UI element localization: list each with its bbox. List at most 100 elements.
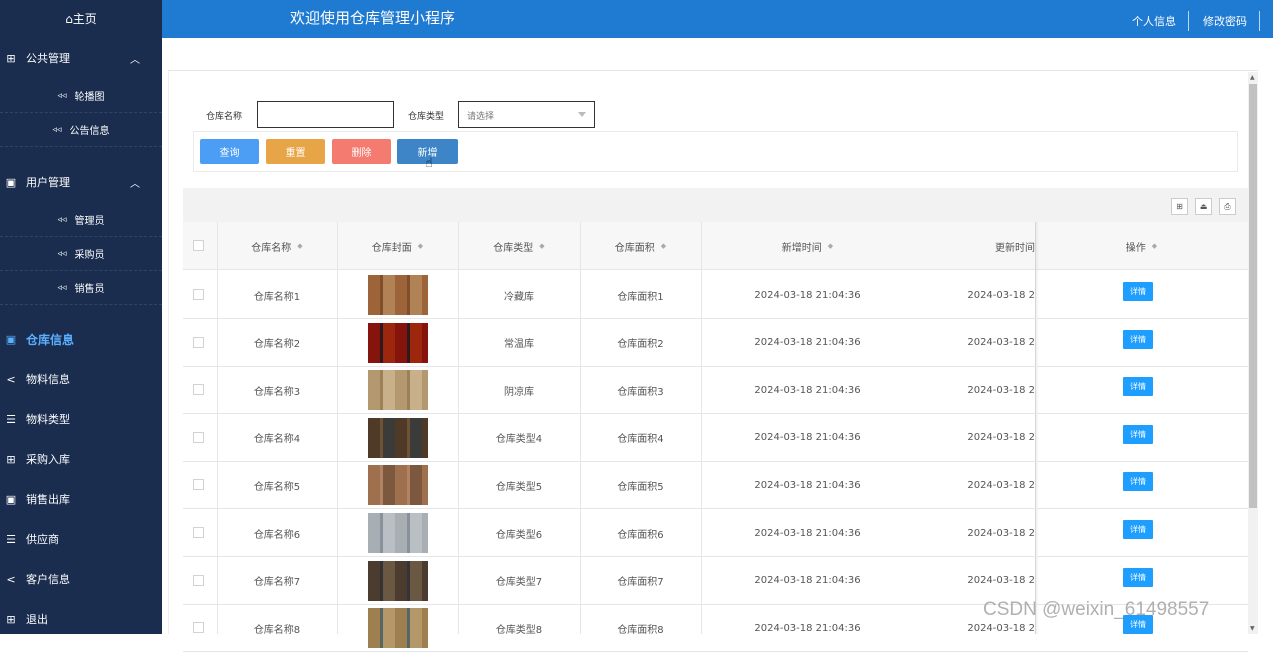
warehouse-name-input[interactable] (257, 101, 394, 128)
select-all-checkbox[interactable] (193, 240, 204, 251)
detail-button[interactable]: 详情 (1123, 615, 1153, 635)
vertical-scrollbar[interactable]: ▲ ▼ (1248, 72, 1258, 634)
scroll-up-icon[interactable]: ▲ (1250, 74, 1255, 81)
sidebar-item-logout[interactable]: ⊞ 退出 (0, 599, 162, 639)
column-header-updated[interactable]: 更新时间 (914, 222, 1035, 270)
sidebar-item-seller[interactable]: ◃◃ 销售员 (0, 271, 162, 305)
warehouse-name-label: 仓库名称 (206, 112, 243, 122)
sidebar-item-warehouse[interactable]: ▣ 仓库信息 (0, 319, 162, 359)
row-checkbox[interactable] (193, 384, 204, 396)
cell-type: 常温库 (504, 339, 534, 351)
cell-updated: 2024-03-18 2 (967, 479, 1035, 491)
sort-icon[interactable]: ◆ (1152, 242, 1157, 250)
scrollbar-thumb[interactable] (1249, 84, 1257, 508)
cell-created: 2024-03-18 21:04:36 (754, 337, 861, 349)
cell-type: 仓库类型4 (495, 434, 543, 446)
delete-button[interactable]: 删除 (332, 139, 391, 164)
cell-type: 仓库类型7 (495, 577, 543, 589)
cell-area: 仓库面积1 (617, 291, 664, 303)
columns-filter-icon[interactable]: ⊞ (1171, 198, 1188, 215)
clipboard-icon: ▣ (5, 332, 17, 346)
print-icon[interactable]: ⎙ (1219, 198, 1236, 215)
column-header-type[interactable]: 仓库类型 ◆ (458, 222, 580, 270)
sidebar-item-label: 采购入库 (26, 453, 70, 466)
sort-icon[interactable]: ◆ (661, 242, 666, 250)
detail-button[interactable]: 详情 (1123, 329, 1153, 349)
cell-type: 仓库类型5 (495, 481, 543, 493)
sidebar-item-sales-out[interactable]: ▣ 销售出库 (0, 479, 162, 519)
sort-icon[interactable]: ◆ (539, 242, 544, 250)
sort-icon[interactable]: ◆ (828, 242, 833, 250)
cell-area: 仓库面积6 (617, 529, 664, 541)
cell-updated: 2024-03-18 2 (967, 337, 1035, 349)
column-label: 更新时间 (995, 242, 1035, 254)
sidebar-group-label: 公共管理 (26, 52, 70, 65)
table-toolbar (183, 188, 1248, 222)
query-button[interactable]: 查询 (200, 139, 259, 164)
sidebar-group-users[interactable]: ▣ 用户管理 ︿ (0, 161, 162, 203)
cell-updated: 2024-03-18 2 (967, 575, 1035, 587)
sidebar-item-label: 客户信息 (26, 573, 70, 586)
sidebar-item-label: 物料信息 (26, 373, 70, 386)
cell-created: 2024-03-18 21:04:36 (754, 289, 861, 301)
double-left-arrow-icon: ◃◃ (57, 248, 67, 259)
sidebar-item-label: 供应商 (26, 533, 59, 546)
sidebar-item-material[interactable]: < 物料信息 (0, 359, 162, 399)
warehouse-type-select[interactable]: 请选择 (458, 101, 595, 128)
sidebar-group-public[interactable]: ⊞ 公共管理 ︿ (0, 37, 162, 79)
clipboard-icon: ▣ (5, 492, 17, 506)
detail-button[interactable]: 详情 (1123, 520, 1153, 539)
sidebar-item-purchaser[interactable]: ◃◃ 采购员 (0, 237, 162, 271)
sidebar-item-label: 采购员 (74, 250, 105, 261)
detail-button[interactable]: 详情 (1123, 567, 1153, 587)
row-checkbox[interactable] (193, 622, 204, 634)
sidebar-home[interactable]: ⌂主页 (0, 0, 162, 37)
sort-icon[interactable]: ◆ (297, 242, 302, 250)
clipboard-icon: ▣ (5, 175, 17, 189)
sidebar-item-label: 公告信息 (69, 126, 110, 137)
row-checkbox[interactable] (193, 574, 204, 586)
cell-area: 仓库面积8 (617, 624, 664, 636)
detail-button[interactable]: 详情 (1123, 282, 1153, 301)
column-header-area[interactable]: 仓库面积 ◆ (580, 222, 701, 270)
row-checkbox[interactable] (193, 289, 204, 300)
cell-type: 仓库类型8 (495, 624, 543, 636)
column-header-cover[interactable]: 仓库封面 ◆ (337, 222, 458, 270)
sidebar-item-material-type[interactable]: ☰ 物料类型 (0, 399, 162, 439)
cell-type: 仓库类型6 (495, 529, 543, 541)
export-icon[interactable]: ⏏ (1195, 198, 1212, 215)
detail-button[interactable]: 详情 (1123, 424, 1153, 444)
detail-button[interactable]: 详情 (1123, 377, 1153, 397)
column-header-actions[interactable]: 操作 ◆ (1035, 222, 1248, 270)
cell-name: 仓库名称7 (253, 577, 301, 589)
profile-link[interactable]: 个人信息 (1132, 13, 1176, 29)
warehouse-cover-image (368, 322, 428, 363)
detail-button[interactable]: 详情 (1123, 472, 1153, 492)
row-checkbox[interactable] (193, 527, 204, 538)
cell-area: 仓库面积5 (617, 481, 664, 493)
sidebar-item-notice[interactable]: ◃◃ 公告信息 (0, 113, 162, 147)
cell-updated: 2024-03-18 2 (967, 289, 1035, 301)
sidebar-item-purchase-in[interactable]: ⊞ 采购入库 (0, 439, 162, 479)
sidebar-item-carousel[interactable]: ◃◃ 轮播图 (0, 79, 162, 113)
change-password-link[interactable]: 修改密码 (1203, 13, 1247, 29)
sidebar-item-admin[interactable]: ◃◃ 管理员 (0, 203, 162, 237)
cell-created: 2024-03-18 21:04:36 (754, 384, 861, 396)
scroll-down-icon[interactable]: ▼ (1250, 625, 1255, 632)
warehouse-cover-image (368, 275, 428, 315)
top-header: 欢迎使用仓库管理小程序 个人信息 修改密码 (162, 0, 1273, 38)
reset-button[interactable]: 重置 (266, 139, 325, 164)
row-checkbox[interactable] (193, 479, 204, 491)
select-placeholder: 请选择 (467, 112, 495, 122)
row-checkbox[interactable] (193, 336, 204, 348)
grid-icon: ⊞ (6, 612, 16, 626)
warehouse-cover-image (368, 417, 428, 458)
cell-name: 仓库名称2 (253, 339, 301, 351)
cell-type: 冷藏库 (504, 291, 534, 303)
column-header-created[interactable]: 新增时间 ◆ (701, 222, 914, 270)
sidebar-item-customer[interactable]: < 客户信息 (0, 559, 162, 599)
column-header-name[interactable]: 仓库名称 ◆ (217, 222, 337, 270)
row-checkbox[interactable] (193, 431, 204, 443)
sidebar-item-supplier[interactable]: ☰ 供应商 (0, 519, 162, 559)
sort-icon[interactable]: ◆ (418, 242, 423, 250)
